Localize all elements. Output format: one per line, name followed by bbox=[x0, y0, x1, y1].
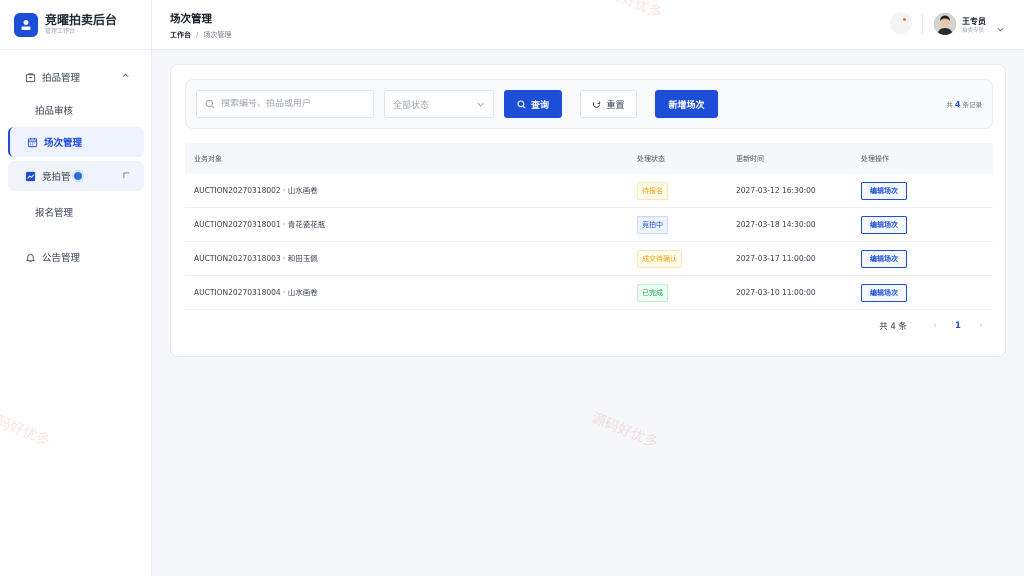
column-header-status: 处理状态 bbox=[637, 154, 665, 163]
reset-button-label: 重置 bbox=[606, 100, 625, 111]
record-count-prefix: 共 bbox=[946, 101, 953, 109]
table-row[interactable]: AUCTION20270318003 · 和田玉佩 成交待确认 2027-03-… bbox=[185, 242, 993, 276]
edit-session-button[interactable]: 编辑场次 bbox=[861, 181, 907, 200]
reset-button[interactable]: 重置 bbox=[580, 90, 637, 118]
sidebar-item-registration[interactable]: 报名管理 bbox=[8, 197, 144, 227]
chevron-down-icon bbox=[476, 100, 485, 112]
column-header-object: 业务对象 bbox=[194, 154, 222, 163]
row-time: 2027-03-10 11:00:00 bbox=[736, 288, 816, 297]
header-divider bbox=[922, 14, 923, 34]
pagination: 共 4 条 ‹ 1 › bbox=[879, 320, 991, 332]
search-input[interactable] bbox=[221, 99, 361, 109]
sidebar: 竞曜拍卖后台 管理工作台 拍品管理 拍品审核 场次管理 竞拍管 报名管理 公告管… bbox=[0, 0, 152, 576]
chevron-down-icon[interactable] bbox=[996, 19, 1005, 38]
table-row[interactable]: AUCTION20270318002 · 山水画卷 待报名 2027-03-12… bbox=[185, 174, 993, 208]
page-title: 场次管理 bbox=[170, 13, 212, 25]
edit-session-button[interactable]: 编辑场次 bbox=[861, 249, 907, 268]
search-icon bbox=[205, 99, 215, 109]
top-header: 场次管理 工作台 / 场次管理 王专员 拍卖专员 bbox=[152, 0, 1024, 50]
record-count-number: 4 bbox=[954, 100, 961, 109]
sidebar-item-label: 拍品管理 bbox=[42, 73, 81, 84]
resize-corner-icon bbox=[123, 171, 130, 182]
chevron-up-icon bbox=[121, 71, 130, 83]
brand: 竞曜拍卖后台 管理工作台 bbox=[0, 0, 151, 50]
breadcrumb-separator: / bbox=[196, 31, 199, 39]
search-icon bbox=[517, 99, 526, 109]
notification-dot-icon bbox=[903, 18, 906, 21]
table-row[interactable]: AUCTION20270318001 · 青花瓷花瓶 竞拍中 2027-03-1… bbox=[185, 208, 993, 242]
edit-session-button[interactable]: 编辑场次 bbox=[861, 215, 907, 234]
add-session-button-label: 新增场次 bbox=[668, 100, 705, 111]
user-role: 拍卖专员 bbox=[962, 28, 985, 34]
avatar[interactable] bbox=[934, 13, 956, 35]
table-header: 业务对象 处理状态 更新时间 处理操作 bbox=[185, 143, 993, 174]
search-box[interactable] bbox=[196, 90, 374, 118]
row-object: AUCTION20270318004 · 山水画卷 bbox=[194, 288, 318, 297]
record-count-suffix: 条记录 bbox=[962, 101, 983, 109]
box-icon bbox=[24, 71, 36, 83]
edit-session-button[interactable]: 编辑场次 bbox=[861, 283, 907, 302]
sidebar-item-lot-review[interactable]: 拍品审核 bbox=[8, 95, 144, 125]
query-button[interactable]: 查询 bbox=[504, 90, 562, 118]
row-object: AUCTION20270318003 · 和田玉佩 bbox=[194, 254, 318, 263]
calendar-icon bbox=[26, 136, 38, 148]
breadcrumb-home[interactable]: 工作台 bbox=[170, 31, 191, 39]
brand-title: 竞曜拍卖后台 bbox=[45, 13, 118, 27]
sidebar-item-label: 公告管理 bbox=[42, 253, 81, 264]
column-header-time: 更新时间 bbox=[736, 154, 764, 163]
watermark: 源码好优多 bbox=[589, 410, 661, 452]
row-time: 2027-03-12 16:30:00 bbox=[736, 186, 816, 195]
sidebar-item-lots[interactable]: 拍品管理 bbox=[8, 62, 144, 92]
sidebar-item-bidding[interactable]: 竞拍管 bbox=[8, 161, 144, 191]
cursor-dot-icon bbox=[71, 170, 84, 182]
session-table: 业务对象 处理状态 更新时间 处理操作 AUCTION20270318002 ·… bbox=[185, 143, 993, 310]
page-number-current[interactable]: 1 bbox=[945, 321, 971, 331]
row-time: 2027-03-18 14:30:00 bbox=[736, 220, 816, 229]
brand-subtitle: 管理工作台 bbox=[45, 28, 76, 35]
column-header-action: 处理操作 bbox=[861, 154, 889, 163]
status-badge: 竞拍中 bbox=[637, 215, 668, 234]
sidebar-item-label: 报名管理 bbox=[35, 208, 74, 219]
brand-logo-icon bbox=[14, 12, 38, 37]
bell-icon bbox=[24, 251, 36, 263]
filter-bar: 全部状态 查询 重置 新增场次 共4条记录 bbox=[185, 79, 993, 129]
sidebar-item-label: 拍品审核 bbox=[35, 106, 74, 117]
chart-icon bbox=[24, 170, 36, 182]
status-select[interactable]: 全部状态 bbox=[384, 90, 494, 118]
record-count: 共 4 条记录 bbox=[946, 99, 982, 109]
row-time: 2027-03-17 11:00:00 bbox=[736, 254, 816, 263]
refresh-icon bbox=[592, 100, 601, 109]
prev-page-icon[interactable]: ‹ bbox=[925, 321, 945, 331]
status-select-value: 全部状态 bbox=[393, 100, 430, 111]
pagination-total: 共 4 条 bbox=[879, 322, 907, 332]
row-object: AUCTION20270318002 · 山水画卷 bbox=[194, 186, 318, 195]
table-row[interactable]: AUCTION20270318004 · 山水画卷 已完成 2027-03-10… bbox=[185, 276, 993, 310]
add-session-button[interactable]: 新增场次 bbox=[655, 90, 718, 118]
breadcrumb-current: 场次管理 bbox=[203, 31, 232, 39]
sidebar-item-label: 场次管理 bbox=[44, 138, 83, 149]
session-card: 全部状态 查询 重置 新增场次 共4条记录 业务对象 处理状态 bbox=[170, 64, 1006, 357]
status-badge: 已完成 bbox=[637, 283, 668, 302]
row-object: AUCTION20270318001 · 青花瓷花瓶 bbox=[194, 220, 326, 229]
query-button-label: 查询 bbox=[530, 100, 549, 111]
notification-button[interactable] bbox=[890, 12, 912, 34]
sidebar-item-announcements[interactable]: 公告管理 bbox=[8, 242, 144, 272]
sidebar-item-sessions[interactable]: 场次管理 bbox=[8, 127, 144, 157]
sidebar-item-label: 竞拍管 bbox=[42, 172, 71, 183]
status-badge: 成交待确认 bbox=[637, 249, 682, 268]
status-badge: 待报名 bbox=[637, 181, 668, 200]
breadcrumb: 工作台 / 场次管理 bbox=[170, 30, 231, 40]
next-page-icon[interactable]: › bbox=[971, 321, 991, 331]
